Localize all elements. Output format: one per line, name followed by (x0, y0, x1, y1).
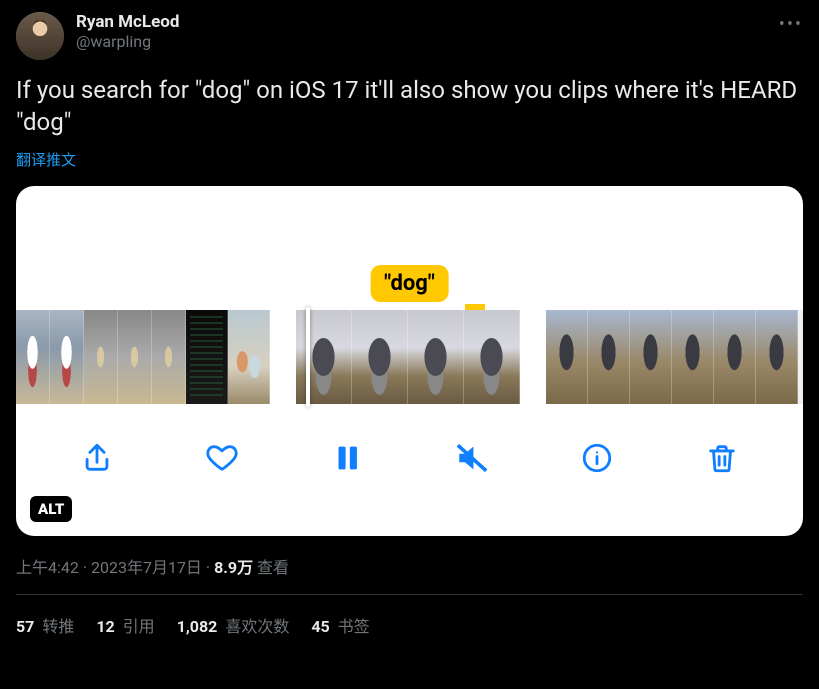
timeline-frame (296, 310, 352, 404)
clip-group-2[interactable] (296, 310, 520, 404)
timeline-frame (16, 310, 50, 404)
share-button[interactable] (75, 436, 119, 480)
info-icon (580, 441, 614, 475)
more-icon[interactable]: ••• (779, 14, 803, 35)
pause-button[interactable] (325, 436, 369, 480)
like-button[interactable] (200, 436, 244, 480)
timeline-frame (408, 310, 464, 404)
views-count: 8.9万 (214, 558, 253, 577)
timeline-frame (186, 310, 228, 404)
timeline-gap (270, 310, 296, 404)
delete-button[interactable] (700, 436, 744, 480)
timeline-frame (630, 310, 672, 404)
video-timeline[interactable] (16, 310, 803, 404)
bookmarks-stat[interactable]: 45 书签 (311, 613, 369, 637)
timeline-frame (756, 310, 798, 404)
tweet-text: If you search for "dog" on iOS 17 it'll … (16, 74, 803, 139)
timeline-frame (546, 310, 588, 404)
info-button[interactable] (575, 436, 619, 480)
media-toolbar (16, 404, 803, 512)
share-icon (80, 441, 114, 475)
heart-icon (205, 441, 239, 475)
stats-row: 57 转推 12 引用 1,082 喜欢次数 45 书签 (16, 595, 803, 637)
timeline-frame (84, 310, 118, 404)
tweet-header: Ryan McLeod @warpling ••• (16, 12, 803, 60)
timeline-frame (118, 310, 152, 404)
trash-icon (705, 441, 739, 475)
clip-group-1[interactable] (16, 310, 270, 404)
retweets-stat[interactable]: 57 转推 (16, 613, 74, 637)
timeline-frame (464, 310, 520, 404)
mute-button[interactable] (450, 436, 494, 480)
timeline-frame (152, 310, 186, 404)
clip-group-3[interactable] (546, 310, 798, 404)
caption-bubble: "dog" (370, 265, 449, 302)
caption-area: "dog" (16, 186, 803, 310)
timeline-frame (228, 310, 270, 404)
timeline-frame (50, 310, 84, 404)
timeline-frame (352, 310, 408, 404)
tweet-container: Ryan McLeod @warpling ••• If you search … (0, 0, 819, 649)
tweet-meta: 上午4:42 · 2023年7月17日 · 8.9万 查看 (16, 554, 803, 578)
pause-icon (330, 441, 364, 475)
likes-stat[interactable]: 1,082 喜欢次数 (177, 613, 290, 637)
mute-icon (455, 441, 489, 475)
author-display-name: Ryan McLeod (76, 12, 767, 32)
avatar[interactable] (16, 12, 64, 60)
alt-badge[interactable]: ALT (30, 496, 72, 522)
views-label: 查看 (253, 558, 289, 577)
author-handle: @warpling (76, 32, 767, 51)
media-card[interactable]: "dog" (16, 186, 803, 536)
tweet-date[interactable]: 2023年7月17日 (91, 558, 202, 577)
translate-link[interactable]: 翻译推文 (16, 149, 76, 170)
tweet-time[interactable]: 上午4:42 (16, 558, 79, 577)
user-block[interactable]: Ryan McLeod @warpling (76, 12, 767, 51)
timeline-frame (588, 310, 630, 404)
timeline-gap (520, 310, 546, 404)
timeline-frame (714, 310, 756, 404)
timeline-frame (672, 310, 714, 404)
quotes-stat[interactable]: 12 引用 (96, 613, 154, 637)
